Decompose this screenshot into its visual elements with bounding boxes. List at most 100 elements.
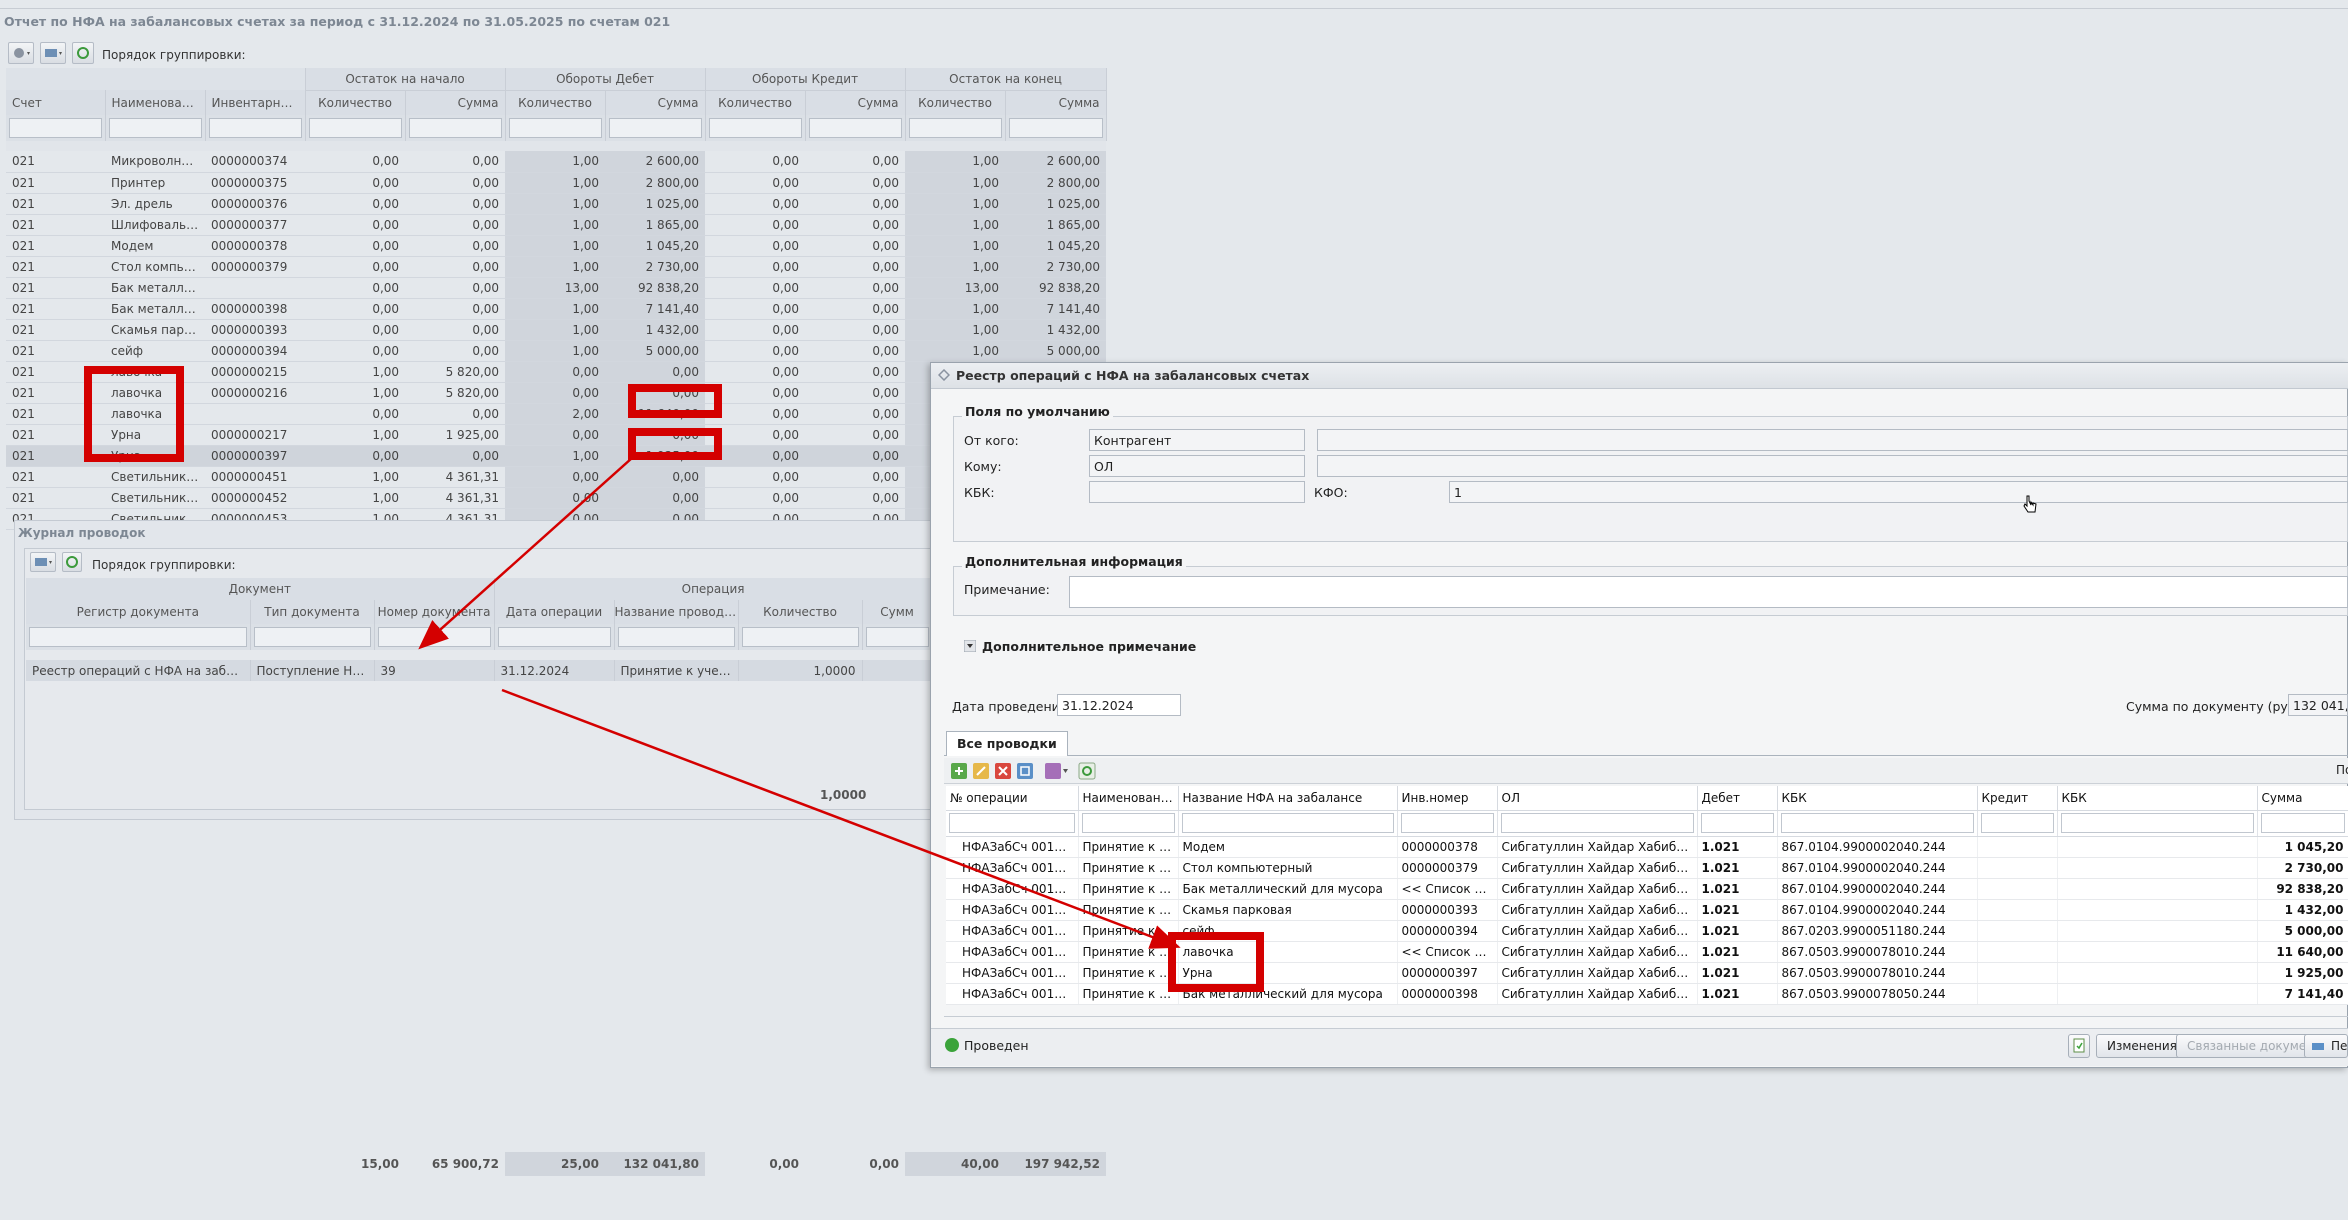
journal-column-header[interactable]: Сумм [862, 600, 933, 624]
report-filter-input[interactable] [9, 118, 102, 138]
journal-column-header[interactable]: Количество [738, 600, 863, 624]
entries-filter-input[interactable] [1780, 813, 1974, 833]
add-icon[interactable] [950, 762, 968, 780]
journal-refresh-button[interactable] [62, 552, 82, 572]
entries-column-header[interactable]: Наименование [1078, 786, 1179, 811]
journal-print-button[interactable] [30, 552, 56, 572]
kfo-field[interactable]: 1 [1449, 481, 2348, 503]
report-filter-input[interactable] [508, 118, 602, 138]
entry-row[interactable]: НФАЗабСч 001717Принятие к уче...Бак мета… [946, 878, 2348, 900]
journal-column-header[interactable]: Название проводки [614, 600, 739, 624]
entries-column-header[interactable]: Дебет [1697, 786, 1778, 811]
report-column-header[interactable]: Количество [905, 90, 1006, 115]
report-row[interactable]: 021Бак металличес...00000003980,000,001,… [6, 298, 1107, 320]
report-filter-input[interactable] [808, 118, 902, 138]
journal-filter-input[interactable] [29, 627, 247, 647]
report-filter-input[interactable] [108, 118, 202, 138]
edit-icon[interactable] [972, 762, 990, 780]
report-filter-input[interactable] [708, 118, 802, 138]
journal-filter-input[interactable] [865, 627, 929, 647]
to-detail-field[interactable] [1317, 455, 2348, 477]
journal-column-header[interactable]: Номер документа [374, 600, 495, 624]
report-row[interactable]: 021 сейф 0000000394 0,00 0,00 1,00 5 000,00 0,0… [6, 340, 1107, 362]
entries-filter-input[interactable] [1181, 813, 1394, 833]
report-filter-input[interactable] [1008, 118, 1103, 138]
report-filter-input[interactable] [308, 118, 402, 138]
journal-filter-input[interactable] [617, 627, 735, 647]
entries-filter-input[interactable] [2060, 813, 2254, 833]
entries-filter-input[interactable] [1081, 813, 1175, 833]
entry-row[interactable]: НФАЗабСч 001717Принятие к уче...лавочка<… [946, 941, 2348, 963]
settings-icon[interactable] [1044, 762, 1070, 780]
report-column-header[interactable]: Сумма [805, 90, 906, 115]
report-row[interactable]: 021 Модем 0000000378 0,00 0,00 1,00 1 045,20 0,… [6, 235, 1107, 257]
report-filter-input[interactable] [208, 118, 302, 138]
entries-column-header[interactable]: Кредит [1977, 786, 2058, 811]
report-column-header[interactable]: Наименование [105, 90, 206, 115]
journal-column-header[interactable]: Регистр документа [26, 600, 251, 624]
journal-filter-input[interactable] [741, 627, 859, 647]
journal-filter-input[interactable] [497, 627, 611, 647]
entries-column-header[interactable]: КБК [1777, 786, 1978, 811]
entries-column-header[interactable]: Сумма [2257, 786, 2348, 811]
changes-button[interactable]: Изменения [2096, 1034, 2188, 1058]
report-column-header[interactable]: Сумма [1005, 90, 1107, 115]
entries-column-header[interactable]: ОЛ [1497, 786, 1698, 811]
journal-row[interactable]: Реестр операций с НФА на забалансовых...… [26, 660, 933, 681]
attach-button[interactable] [2068, 1034, 2090, 1058]
journal-filter-input[interactable] [377, 627, 491, 647]
to-field[interactable]: ОЛ [1089, 455, 1305, 477]
entries-column-header[interactable]: Инв.номер [1397, 786, 1498, 811]
report-column-header[interactable]: Инвентарный н... [205, 90, 306, 115]
copy-icon[interactable] [1016, 762, 1034, 780]
journal-column-header[interactable]: Дата операции [494, 600, 615, 624]
tab-all-entries[interactable]: Все проводки [946, 731, 1068, 756]
entries-filter-input[interactable] [1700, 813, 1774, 833]
entries-filter-input[interactable] [1400, 813, 1494, 833]
entries-column-header[interactable]: КБК [2057, 786, 2258, 811]
entries-column-header[interactable]: № операции [946, 786, 1079, 811]
report-settings-button[interactable] [8, 42, 34, 64]
from-detail-field[interactable] [1317, 429, 2348, 451]
entry-row[interactable]: НФАЗабСч 001717Принятие к уче...Бак мета… [946, 983, 2348, 1005]
report-column-header[interactable]: Количество [705, 90, 806, 115]
entries-filter-input[interactable] [1500, 813, 1694, 833]
entries-toolbar-more[interactable]: По [2336, 763, 2348, 777]
entries-filter-input[interactable] [1980, 813, 2054, 833]
report-column-header[interactable]: Количество [305, 90, 406, 115]
entries-column-header[interactable]: Название НФА на забалансе [1178, 786, 1398, 811]
report-row[interactable]: 021Бак металличес...0,000,0013,0092 838,… [6, 277, 1107, 299]
entry-row[interactable]: НФАЗабСч 001717Принятие к уче...Модем000… [946, 836, 2348, 858]
date-field[interactable]: 31.12.2024 [1057, 694, 1181, 716]
journal-filter-input[interactable] [253, 627, 371, 647]
report-column-header[interactable]: Сумма [605, 90, 706, 115]
report-row[interactable]: 021 Принтер 0000000375 0,00 0,00 1,00 2 800,00… [6, 172, 1107, 194]
entry-row[interactable]: НФАЗабСч 001717Принятие к уче...Стол ком… [946, 857, 2348, 879]
journal-column-header[interactable]: Тип документа [250, 600, 375, 624]
report-row[interactable]: 021Микроволновая...00000003740,000,001,0… [6, 151, 1107, 173]
entry-row[interactable]: НФАЗабСч 001717Принятие к уче...сейф0000… [946, 920, 2348, 942]
entries-filter-input[interactable] [949, 813, 1075, 833]
report-filter-input[interactable] [908, 118, 1002, 138]
report-row[interactable]: 021 Эл. дрель 0000000376 0,00 0,00 1,00 1 025,… [6, 193, 1107, 215]
note-field[interactable] [1069, 576, 2348, 608]
report-print-button[interactable] [40, 42, 66, 64]
report-column-header[interactable]: Счет [6, 90, 106, 115]
kbk-field[interactable] [1089, 481, 1305, 503]
report-refresh-button[interactable] [72, 42, 94, 64]
delete-icon[interactable] [994, 762, 1012, 780]
extra-note-toggle[interactable]: Дополнительное примечание [982, 639, 1196, 654]
from-field[interactable]: Контрагент [1089, 429, 1305, 451]
report-row[interactable]: 021Стол компьюте...00000003790,000,001,0… [6, 256, 1107, 278]
report-filter-input[interactable] [408, 118, 502, 138]
entry-row[interactable]: НФАЗабСч 001717Принятие к уче...Скамья п… [946, 899, 2348, 921]
refresh-icon[interactable] [1078, 762, 1096, 780]
report-row[interactable]: 021Шлифовальная...00000003770,000,001,00… [6, 214, 1107, 236]
report-filter-input[interactable] [608, 118, 702, 138]
report-column-header[interactable]: Количество [505, 90, 606, 115]
report-column-header[interactable]: Сумма [405, 90, 506, 115]
entries-filter-input[interactable] [2260, 813, 2345, 833]
entry-row[interactable]: НФАЗабСч 001717Принятие к уче...Урна0000… [946, 962, 2348, 984]
print-button[interactable]: Печ [2304, 1034, 2348, 1058]
report-row[interactable]: 021Скамья парковая00000003930,000,001,00… [6, 319, 1107, 341]
